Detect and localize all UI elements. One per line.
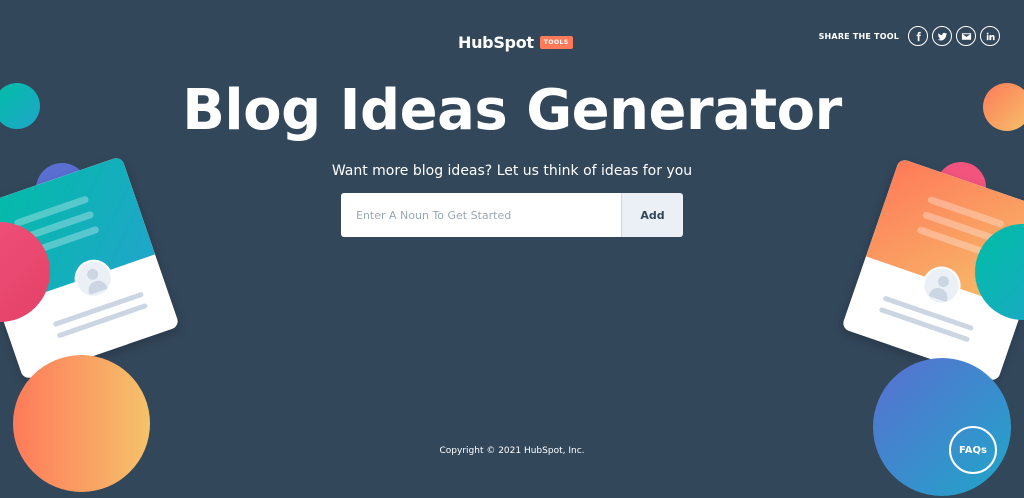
faqs-button[interactable]: FAQs — [949, 426, 997, 474]
share-label: SHARE THE TOOL — [818, 31, 899, 41]
share-bar: SHARE THE TOOL — [819, 26, 1000, 46]
linkedin-icon[interactable] — [980, 26, 1000, 46]
twitter-icon[interactable] — [932, 26, 952, 46]
facebook-icon[interactable] — [908, 26, 928, 46]
noun-input[interactable] — [341, 193, 621, 237]
email-icon[interactable] — [956, 26, 976, 46]
page-subtitle: Want more blog ideas? Let us think of id… — [331, 163, 693, 179]
logo-badge: TOOLS — [539, 36, 573, 49]
page-title: Blog Ideas Generator — [182, 78, 842, 143]
hubspot-logo[interactable]: HubSpot TOOLS — [458, 33, 573, 52]
add-button[interactable]: Add — [621, 193, 683, 237]
logo-text: HubSpot — [458, 33, 534, 52]
decor-circle-blue-right — [873, 358, 1011, 496]
decor-circle-orange-left — [13, 355, 150, 492]
copyright-text: Copyright © 2021 HubSpot, Inc. — [439, 446, 585, 456]
noun-search-form: Add — [341, 193, 683, 237]
